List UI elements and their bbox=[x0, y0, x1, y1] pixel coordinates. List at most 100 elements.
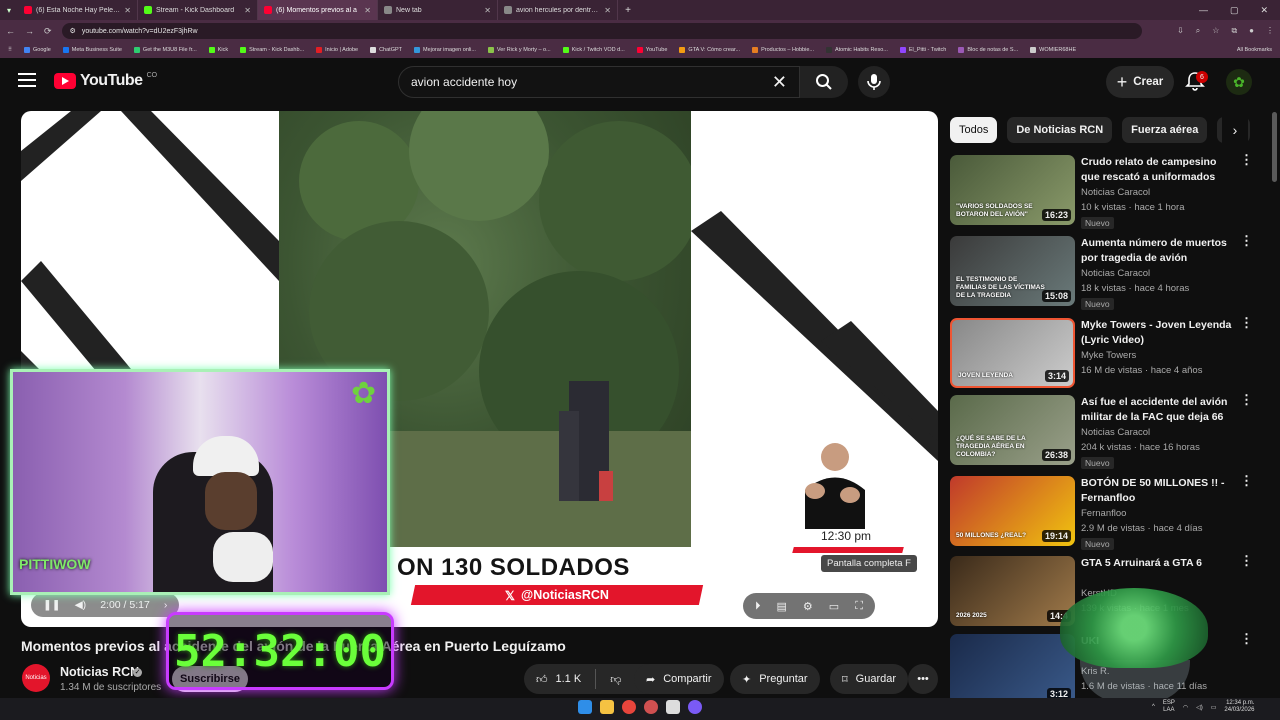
tray-chevron-icon[interactable]: ^ bbox=[1152, 704, 1155, 710]
save-button[interactable]: ⌑ Guardar bbox=[830, 664, 908, 694]
apps-icon[interactable]: ⠿ bbox=[8, 47, 12, 53]
close-tab-icon[interactable]: ✕ bbox=[124, 6, 131, 15]
autoplay-toggle-icon[interactable]: ⏵ bbox=[755, 600, 761, 613]
bookmark-item[interactable]: Atomic Habits Reso... bbox=[825, 47, 888, 53]
share-button[interactable]: ➦ Compartir bbox=[634, 664, 724, 694]
new-tab-button[interactable]: + bbox=[618, 5, 638, 16]
recommended-video[interactable]: "VARIOS SOLDADOS SE BOTARON DEL AVIÓN" 16… bbox=[950, 153, 1270, 231]
more-vertical-icon[interactable]: ⋮ bbox=[1240, 632, 1253, 645]
like-count[interactable]: 1.1 K bbox=[556, 673, 582, 685]
discord-icon[interactable] bbox=[688, 700, 702, 714]
video-thumbnail[interactable]: EL TESTIMONIO DE FAMILIAS DE LAS VÍCTIMA… bbox=[950, 236, 1075, 306]
bookmark-item[interactable]: El_Pitti - Twitch bbox=[899, 47, 946, 53]
bookmark-item[interactable]: GTA V: Cómo crear... bbox=[679, 47, 740, 53]
recommended-video[interactable]: ¿QUÉ SE SABE DE LA TRAGEDIA AÉREA EN COL… bbox=[950, 393, 1270, 471]
windows-start-icon[interactable] bbox=[578, 700, 592, 714]
close-icon[interactable]: ✕ bbox=[1260, 5, 1268, 16]
video-title[interactable]: Aumenta número de muertos por tragedia d… bbox=[1081, 236, 1233, 266]
more-vertical-icon[interactable]: ⋮ bbox=[1240, 474, 1253, 487]
bookmark-item[interactable]: Get the M3U8 File fr... bbox=[133, 47, 197, 53]
user-avatar[interactable]: ✿ bbox=[1226, 69, 1252, 95]
video-title[interactable]: BOTÓN DE 50 MILLONES !! - Fernanfloo bbox=[1081, 476, 1233, 506]
video-thumbnail[interactable]: 2026 2025 14:4 bbox=[950, 556, 1075, 626]
channel-name[interactable]: Noticias RCN bbox=[60, 665, 139, 679]
channel-name[interactable]: Noticias Caracol bbox=[1081, 427, 1150, 438]
chips-next-chevron-icon[interactable]: › bbox=[1222, 117, 1248, 143]
clear-search-icon[interactable]: ✕ bbox=[772, 72, 787, 93]
video-title[interactable]: Así fue el accidente del avión militar d… bbox=[1081, 395, 1233, 425]
file-explorer-icon[interactable] bbox=[600, 700, 614, 714]
channel-avatar[interactable]: Noticias bbox=[22, 664, 50, 692]
chrome-icon[interactable] bbox=[622, 700, 636, 714]
browser-alt-icon[interactable] bbox=[644, 700, 658, 714]
recommended-video[interactable]: EL TESTIMONIO DE FAMILIAS DE LAS VÍCTIMA… bbox=[950, 234, 1270, 312]
clock[interactable]: 12:34 p.m. 24/03/2026 bbox=[1224, 700, 1254, 714]
speaker-icon[interactable]: ◁) bbox=[1196, 704, 1203, 711]
tab-search-icon[interactable]: ▾ bbox=[0, 0, 18, 20]
minimize-icon[interactable]: — bbox=[1199, 5, 1208, 16]
bookmark-item[interactable]: YouTube bbox=[636, 47, 667, 53]
url-field[interactable]: ⚙ youtube.com/watch?v=dU2ezF3jhRw bbox=[61, 23, 1142, 39]
theater-mode-icon[interactable]: ▭ bbox=[829, 600, 839, 613]
browser-tab[interactable]: New tab ✕ bbox=[378, 0, 498, 20]
document-icon[interactable] bbox=[666, 700, 680, 714]
profile-icon[interactable]: ● bbox=[1249, 26, 1254, 36]
bookmark-item[interactable]: ChatGPT bbox=[370, 47, 402, 53]
video-title[interactable]: GTA 5 Arruinará a GTA 6 bbox=[1081, 556, 1233, 571]
close-tab-icon[interactable]: ✕ bbox=[484, 6, 491, 15]
bookmark-item[interactable]: Kick / Twitch VOD d... bbox=[562, 47, 625, 53]
video-thumbnail[interactable]: "VARIOS SOLDADOS SE BOTARON DEL AVIÓN" 16… bbox=[950, 155, 1075, 225]
create-button[interactable]: + Crear bbox=[1106, 66, 1174, 98]
browser-menu-icon[interactable]: ⋮ bbox=[1266, 26, 1274, 36]
like-icon[interactable]: 👍︎ bbox=[536, 673, 548, 686]
browser-tab[interactable]: avion hercules por dentro - Bus ✕ bbox=[498, 0, 618, 20]
close-tab-icon[interactable]: ✕ bbox=[244, 6, 251, 15]
extensions-icon[interactable]: ⧉ bbox=[1231, 26, 1237, 36]
channel-name[interactable]: Noticias Caracol bbox=[1081, 268, 1150, 279]
more-actions-button[interactable]: ••• bbox=[908, 664, 938, 694]
video-title[interactable]: Crudo relato de campesino que rescató a … bbox=[1081, 155, 1233, 185]
channel-name[interactable]: Fernanfloo bbox=[1081, 508, 1126, 519]
bookmark-item[interactable]: Meta Business Suite bbox=[62, 47, 122, 53]
bookmark-item[interactable]: Productos – Hobbie... bbox=[752, 47, 814, 53]
filter-chip[interactable]: De Noticias RCN bbox=[1007, 117, 1113, 143]
pause-icon[interactable]: ❚❚ bbox=[43, 599, 61, 611]
youtube-logo[interactable]: YouTube CO bbox=[54, 72, 157, 90]
fullscreen-icon[interactable]: ⛶ bbox=[855, 600, 863, 613]
forward-icon[interactable]: → bbox=[25, 26, 34, 36]
video-thumbnail[interactable]: 50 MILLONES ¿REAL? 19:14 bbox=[950, 476, 1075, 546]
bookmark-item[interactable]: Inicio | Adobe bbox=[316, 47, 358, 53]
scrollbar[interactable] bbox=[1272, 112, 1277, 182]
browser-tab[interactable]: Stream - Kick Dashboard ✕ bbox=[138, 0, 258, 20]
filter-chip[interactable]: Fuerza aérea bbox=[1122, 117, 1208, 143]
bookmark-item[interactable]: Google bbox=[24, 47, 51, 53]
zoom-icon[interactable]: ⌕ bbox=[1196, 26, 1200, 36]
battery-icon[interactable]: ▭ bbox=[1211, 704, 1217, 711]
more-vertical-icon[interactable]: ⋮ bbox=[1240, 393, 1253, 406]
ask-button[interactable]: ✦ Preguntar bbox=[730, 664, 820, 694]
bookmark-item[interactable]: WOMIER68HE bbox=[1030, 47, 1076, 53]
close-tab-icon[interactable]: ✕ bbox=[364, 6, 371, 15]
more-vertical-icon[interactable]: ⋮ bbox=[1240, 153, 1253, 166]
reload-icon[interactable]: ⟳ bbox=[44, 26, 52, 37]
video-thumbnail[interactable]: ¿QUÉ SE SABE DE LA TRAGEDIA AÉREA EN COL… bbox=[950, 395, 1075, 465]
bookmark-item[interactable]: Ver Rick y Morty – o... bbox=[487, 47, 551, 53]
maximize-icon[interactable]: ▢ bbox=[1230, 5, 1239, 16]
all-bookmarks-button[interactable]: All Bookmarks bbox=[1237, 47, 1272, 53]
more-vertical-icon[interactable]: ⋮ bbox=[1240, 316, 1253, 329]
language-indicator[interactable]: ESP LAA bbox=[1163, 700, 1175, 714]
bookmark-item[interactable]: Kick bbox=[208, 47, 228, 53]
subtitles-icon[interactable]: ▤ bbox=[777, 600, 787, 613]
bookmark-item[interactable]: Bloc de notas de S... bbox=[958, 47, 1018, 53]
video-title[interactable]: Myke Towers - Joven Leyenda (Lyric Video… bbox=[1081, 318, 1233, 348]
search-input[interactable]: avion accidente hoy ✕ bbox=[398, 66, 800, 98]
settings-gear-icon[interactable]: ⚙ bbox=[803, 600, 813, 613]
voice-search-button[interactable] bbox=[858, 66, 890, 98]
volume-icon[interactable]: ◀) bbox=[75, 599, 87, 611]
back-icon[interactable]: ← bbox=[6, 26, 15, 36]
bookmark-item[interactable]: Stream - Kick Dashb... bbox=[240, 47, 304, 53]
chapter-chevron-icon[interactable]: › bbox=[164, 599, 168, 611]
bookmark-item[interactable]: Mejorar imagen onli... bbox=[414, 47, 476, 53]
more-vertical-icon[interactable]: ⋮ bbox=[1240, 234, 1253, 247]
video-thumbnail[interactable]: JOVEN LEYENDA 3:14 bbox=[950, 318, 1075, 388]
